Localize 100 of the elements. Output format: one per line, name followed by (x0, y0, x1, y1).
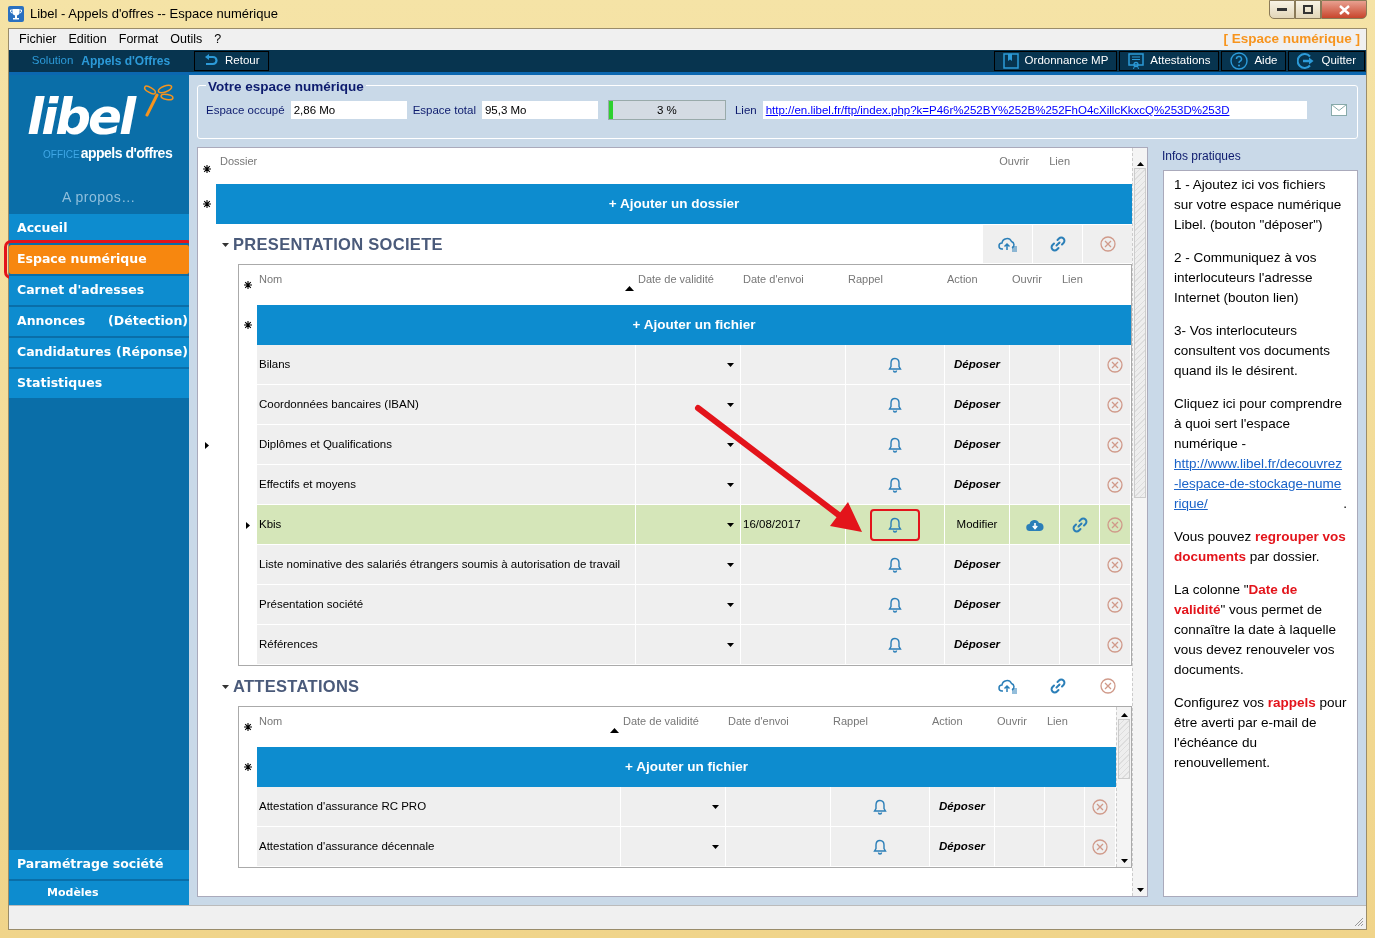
resize-grip-icon[interactable] (1354, 917, 1364, 927)
scroll-up-icon[interactable] (1136, 162, 1144, 166)
file-row[interactable]: Attestation d'assurance RC PRO Déposer (239, 787, 1116, 827)
collapse-icon[interactable] (222, 240, 229, 248)
sidebar-item[interactable]: Candidatures (Réponse) (9, 338, 189, 367)
file-row[interactable]: Effectifs et moyens Déposer (239, 465, 1131, 505)
link-icon[interactable] (1048, 235, 1067, 253)
info-text: Configurez vos rappels pour être averti par e-mail de l'échéance du renouvellement. (1174, 694, 1347, 772)
menu-item[interactable]: ? (208, 30, 228, 49)
dropdown-caret-icon[interactable] (727, 522, 734, 527)
panel-title: Infos pratiques (1161, 148, 1242, 165)
dropdown-caret-icon[interactable] (727, 602, 734, 607)
dropdown-caret-icon[interactable] (727, 482, 734, 487)
column-header: Nom (259, 272, 283, 287)
column-header: Action (932, 714, 963, 729)
collapse-icon[interactable] (222, 682, 229, 690)
add-file-button[interactable]: + Ajouter un fichier (257, 305, 1131, 345)
info-text: Vous pouvez regrouper vos documents par dossier. (1174, 528, 1347, 566)
sidebar-item[interactable]: Accueil (9, 214, 189, 243)
scrollbar[interactable] (1116, 707, 1131, 867)
cloud-upload-icon[interactable] (997, 236, 1018, 252)
file-row[interactable]: Kbis 16/08/2017 Modifier (239, 505, 1131, 545)
dropdown-caret-icon[interactable] (727, 402, 734, 407)
dropdown-caret-icon[interactable] (712, 804, 719, 809)
usage-reading: 3 % (657, 102, 677, 118)
delete-icon[interactable] (1099, 678, 1116, 694)
back-button[interactable]: Retour (194, 51, 269, 71)
bell-icon (888, 556, 902, 573)
info-text: . (1343, 495, 1347, 513)
file-row[interactable]: Diplômes et Qualifications Déposer (239, 425, 1131, 465)
dropdown-caret-icon[interactable] (727, 642, 734, 647)
file-name: Attestation d'assurance décennale (259, 838, 435, 854)
cloud-upload-icon[interactable] (997, 678, 1018, 694)
add-file-button[interactable]: + Ajouter un fichier (257, 747, 1116, 787)
file-row[interactable]: Références Déposer (239, 625, 1131, 665)
file-name: Bilans (259, 356, 291, 372)
menu-item[interactable]: Edition (62, 30, 113, 49)
help-icon (1230, 52, 1249, 70)
help-button[interactable]: Aide (1221, 51, 1287, 71)
column-header: Rappel (833, 714, 868, 729)
close-button[interactable] (1321, 0, 1367, 19)
prescription-button[interactable]: Ordonnance MP (993, 51, 1118, 71)
dropdown-caret-icon[interactable] (727, 442, 734, 447)
folder-name: PRESENTATION SOCIETE (233, 233, 443, 255)
info-text: 1 - Ajoutez ici vos fichiers sur votre espace numérique Libel. (bouton "déposer") (1174, 176, 1343, 234)
scroll-down-icon[interactable] (1120, 859, 1128, 863)
dropdown-caret-icon[interactable] (727, 362, 734, 367)
new-row-icon (244, 763, 252, 771)
new-row-icon (203, 200, 211, 208)
column-header: Ouvrir (1012, 272, 1042, 287)
scroll-up-icon[interactable] (1120, 713, 1128, 717)
exit-icon (1297, 52, 1316, 70)
scroll-down-icon[interactable] (1136, 888, 1144, 892)
dropdown-caret-icon[interactable] (712, 844, 719, 849)
file-row[interactable]: Liste nominative des salariés étrangers soumis à autorisation de travail Déposer (239, 545, 1131, 585)
file-row[interactable]: Bilans Déposer (239, 345, 1131, 385)
solution-name: Appels d'Offres (81, 53, 171, 70)
sidebar-item[interactable]: Paramétrage société (9, 850, 189, 879)
field-label: Espace occupé (206, 102, 285, 118)
logo-prefix: OFFICE (43, 147, 80, 162)
maximize-button[interactable] (1295, 0, 1321, 19)
dropdown-caret-icon[interactable] (727, 562, 734, 567)
file-row[interactable]: Présentation société Déposer (239, 585, 1131, 625)
sort-ascending-icon (625, 286, 634, 291)
share-link[interactable]: http://en.libel.fr/ftp/index.php?k=P46r%252BY%252B%252FhO4cXillcKkxcQ%253D%253D (765, 104, 1230, 117)
menu-item[interactable]: Format (112, 30, 165, 49)
certificates-button[interactable]: Attestations (1119, 51, 1220, 71)
minimize-icon (1277, 8, 1287, 11)
window-title: Libel - Appels d'offres -- Espace numérique (30, 5, 278, 24)
menu-item[interactable]: Fichier (13, 30, 63, 49)
certificate-icon (1128, 53, 1145, 69)
info-text: 2 - Communiquez à vos interlocuteurs l'adresse Internet (bouton lien) (1174, 249, 1318, 307)
cloud-download-icon[interactable] (1025, 517, 1044, 532)
share-link-field[interactable]: http://en.libel.fr/ftp/index.php?k=P46r%252BY%252B%252FhO4cXillcKkxcQ%253D%253D (761, 100, 1308, 121)
file-row[interactable]: Attestation d'assurance décennale Déposer (239, 827, 1116, 867)
scrollbar[interactable] (1132, 148, 1147, 896)
menu-item[interactable]: Outils (164, 30, 209, 49)
sidebar-item[interactable]: Carnet d'adresses (9, 276, 189, 305)
column-header: Nom (259, 714, 283, 729)
column-header: Date d'envoi (728, 714, 789, 729)
logo-wordmark: libel (27, 90, 134, 143)
file-row[interactable]: Coordonnées bancaires (IBAN) Déposer (239, 385, 1131, 425)
link-icon[interactable] (1070, 515, 1089, 534)
column-header: Ouvrir (997, 714, 1027, 729)
minimize-button[interactable] (1269, 0, 1295, 19)
sidebar-item[interactable]: Annonces (Détection) (9, 307, 189, 336)
sidebar-item[interactable]: Statistiques (9, 369, 189, 398)
link-icon[interactable] (1048, 677, 1067, 695)
used-space-field[interactable]: 2,86 Mo (289, 100, 408, 121)
info-link[interactable]: http://www.libel.fr/decouvrez-lespace-de-stockage-numerique/ (1174, 454, 1344, 514)
column-header: Lien (1049, 154, 1070, 169)
total-space-field[interactable]: 95,3 Mo (480, 100, 599, 121)
bell-icon (873, 798, 887, 815)
quit-button[interactable]: Quitter (1288, 51, 1365, 71)
back-icon (203, 54, 219, 68)
field-label: Espace total (412, 102, 476, 118)
add-folder-button[interactable]: + Ajouter un dossier (216, 184, 1132, 224)
info-text: Cliquez ici pour comprendre à quoi sert l'espace numérique - (1174, 395, 1344, 453)
sidebar-item[interactable]: Modèles (9, 881, 189, 905)
mail-icon[interactable] (1330, 104, 1347, 117)
